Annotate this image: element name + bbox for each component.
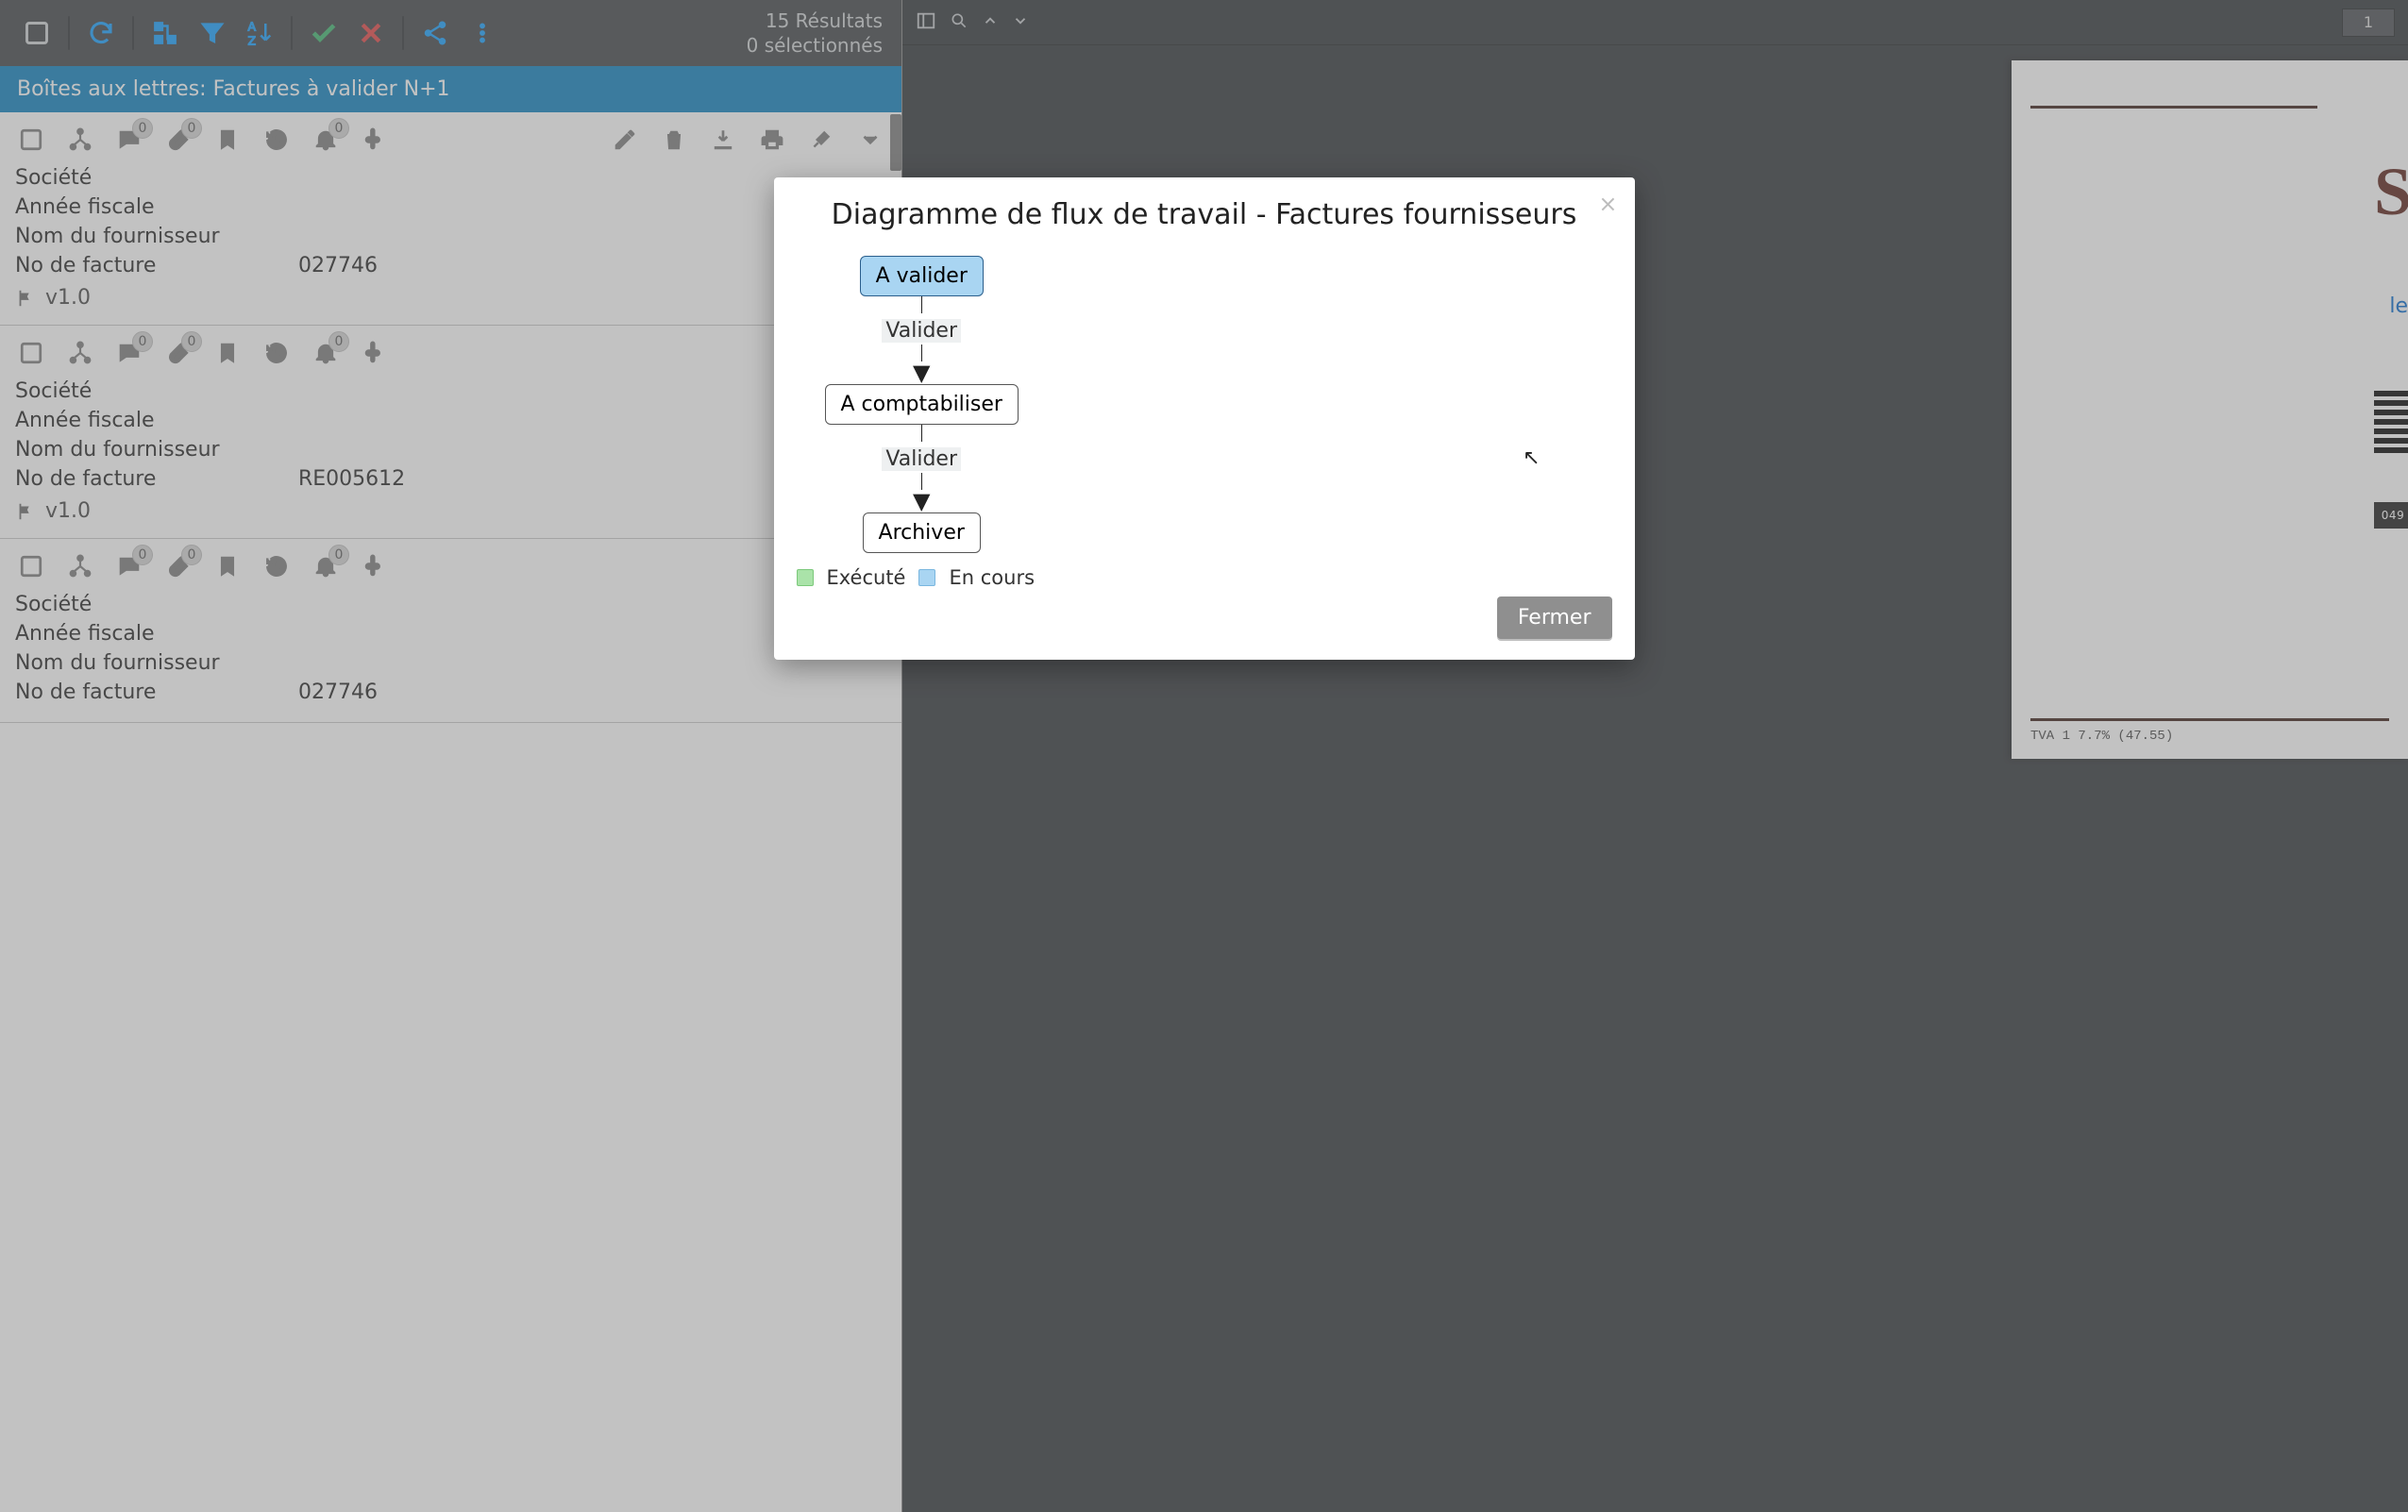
- workflow-edge-label: Valider: [882, 319, 961, 343]
- legend-swatch-current: [918, 569, 935, 586]
- close-icon[interactable]: ×: [1598, 191, 1617, 217]
- workflow-edge-label: Valider: [882, 447, 961, 471]
- workflow-diagram: A valider Valider ▼ A comptabiliser Vali…: [797, 248, 1612, 563]
- workflow-diagram-modal: × Diagramme de flux de travail - Facture…: [774, 177, 1635, 660]
- modal-title: Diagramme de flux de travail - Factures …: [797, 198, 1612, 231]
- arrow-down-icon: ▼: [913, 490, 930, 512]
- legend-label-current: En cours: [949, 566, 1035, 589]
- legend-swatch-executed: [797, 569, 814, 586]
- workflow-node-post: A comptabiliser: [825, 384, 1019, 425]
- workflow-node-validate: A valider: [860, 256, 984, 296]
- arrow-down-icon: ▼: [913, 361, 930, 384]
- close-button[interactable]: Fermer: [1497, 596, 1612, 639]
- modal-overlay[interactable]: × Diagramme de flux de travail - Facture…: [0, 0, 2408, 1512]
- workflow-node-archive: Archiver: [863, 512, 981, 553]
- legend-label-executed: Exécuté: [827, 566, 906, 589]
- workflow-legend: Exécuté En cours: [797, 566, 1612, 589]
